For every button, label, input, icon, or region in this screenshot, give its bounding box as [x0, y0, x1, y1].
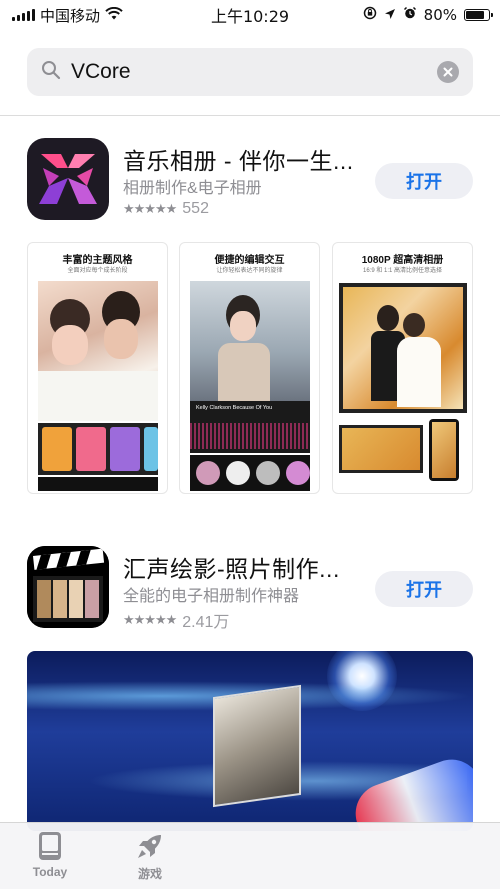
search-section [0, 30, 500, 116]
close-icon [443, 67, 453, 77]
star-rating-icon: ★★★★★ [123, 612, 177, 627]
screenshot-3[interactable]: 1080P 超高清相册 16:9 和 1:1 高清比例任意选择 [332, 242, 473, 494]
search-bar[interactable] [27, 48, 473, 96]
clapperboard-icon [27, 546, 109, 628]
wifi-icon [105, 6, 123, 24]
search-icon [41, 60, 61, 85]
signal-icon [12, 9, 35, 21]
screenshot-photo [190, 281, 310, 401]
app-result-1[interactable]: 音乐相册 - 伴你一生... 相册制作&电子相册 ★★★★★ 552 打开 [0, 138, 500, 228]
photo-card [213, 684, 301, 808]
battery-fill [466, 11, 484, 19]
status-bar: 中国移动 上午10:29 80% [0, 0, 500, 30]
screenshot-2[interactable]: 便捷的编辑交互 让你轻松表达不同的旋律 Kelly Clarkson Becau… [179, 242, 320, 494]
screenshot-photo [339, 283, 467, 413]
theme-cards [38, 423, 158, 475]
song-label: Kelly Clarkson Because Of You [196, 405, 273, 411]
carrier-label: 中国移动 [40, 6, 101, 25]
status-right: 80% [363, 6, 493, 24]
music-album-logo-icon [39, 154, 97, 204]
audio-waveform: Kelly Clarkson Because Of You [190, 401, 310, 453]
app-title[interactable]: 汇声绘影-照片制作... [123, 550, 340, 584]
filter-options [190, 455, 310, 491]
app-subtitle: 全能的电子相册制作神器 [123, 588, 300, 605]
tab-label: Today [32, 865, 68, 879]
screenshot-subtitle: 让你轻松表达不同的旋律 [216, 268, 283, 274]
screenshot-subtitle: 16:9 和 1:1 高清比例任意选择 [362, 268, 443, 274]
video-preview[interactable] [27, 651, 473, 831]
screenshot-title: 便捷的编辑交互 [214, 255, 285, 266]
battery-percent: 80% [423, 6, 457, 24]
app-rating: ★★★★★ 552 [123, 200, 209, 218]
battery-icon [464, 9, 493, 21]
app-icon-huisheng[interactable] [27, 546, 109, 628]
alarm-icon [403, 6, 417, 24]
app-icon-music-album[interactable] [27, 138, 109, 220]
app-title[interactable]: 音乐相册 - 伴你一生... [123, 142, 354, 176]
open-button[interactable]: 打开 [375, 163, 473, 199]
today-icon [39, 832, 61, 860]
star-rating-icon: ★★★★★ [123, 201, 177, 216]
location-icon [384, 6, 396, 24]
orientation-lock-icon [363, 6, 377, 24]
app-screenshots[interactable]: 丰富的主题风格 全面对应每个成长阶段 便捷的编辑交互 让你轻松表达不同的旋律 K… [27, 242, 473, 494]
screenshot-photo [38, 281, 158, 421]
rocket-icon [138, 835, 161, 858]
screenshot-subtitle: 全面对应每个成长阶段 [67, 268, 128, 274]
app-subtitle: 相册制作&电子相册 [123, 180, 262, 197]
screenshot-1[interactable]: 丰富的主题风格 全面对应每个成长阶段 [27, 242, 168, 494]
tab-games[interactable]: 游戏 [120, 831, 180, 882]
status-left: 中国移动 [12, 5, 123, 26]
device-previews [339, 419, 467, 483]
tab-bar: Today 游戏 [0, 822, 500, 889]
open-button[interactable]: 打开 [375, 571, 473, 607]
rating-count: 552 [182, 200, 209, 217]
app-rating: ★★★★★ 2.41万 [123, 608, 229, 632]
rating-count: 2.41万 [182, 614, 230, 631]
screenshot-title: 丰富的主题风格 [62, 255, 133, 266]
search-input[interactable] [71, 60, 437, 84]
tab-label: 游戏 [137, 867, 162, 881]
screenshot-title: 1080P 超高清相册 [361, 255, 444, 266]
clear-search-button[interactable] [437, 61, 459, 83]
tab-today[interactable]: Today [20, 831, 80, 879]
app-result-2[interactable]: 汇声绘影-照片制作... 全能的电子相册制作神器 ★★★★★ 2.41万 打开 [0, 546, 500, 636]
